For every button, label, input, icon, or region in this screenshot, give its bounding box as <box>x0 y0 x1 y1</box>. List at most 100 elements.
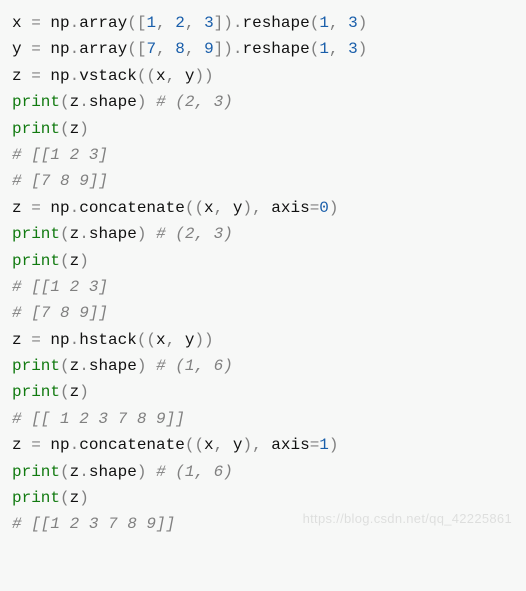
token-op: (( <box>137 67 156 85</box>
code-line: print(z.shape) # (2, 3) <box>12 221 514 247</box>
token-num: 7 <box>146 40 156 58</box>
token-fn: print <box>12 252 60 270</box>
token-op: , <box>214 199 233 217</box>
token-id: y <box>185 67 195 85</box>
code-line: y = np.array([7, 8, 9]).reshape(1, 3) <box>12 36 514 62</box>
token-id: z <box>70 93 80 111</box>
token-op: )) <box>194 67 213 85</box>
token-op: , <box>156 14 175 32</box>
code-block: x = np.array([1, 2, 3]).reshape(1, 3) y =… <box>12 10 514 538</box>
token-num: 3 <box>348 14 358 32</box>
token-id: shape <box>89 225 137 243</box>
token-id: x <box>156 331 166 349</box>
token-op: (( <box>137 331 156 349</box>
token-id: axis <box>271 436 309 454</box>
token-op: , <box>329 14 348 32</box>
token-cm: # [7 8 9]] <box>12 172 108 190</box>
code-line: # [[1 2 3] <box>12 274 514 300</box>
token-id: np <box>50 199 69 217</box>
token-op: = <box>31 14 50 32</box>
token-id: z <box>12 67 31 85</box>
token-op: ( <box>60 225 70 243</box>
token-cm: # (1, 6) <box>156 357 233 375</box>
code-line: print(z) <box>12 379 514 405</box>
token-op: ( <box>310 14 320 32</box>
token-cm: # [[1 2 3 7 8 9]] <box>12 515 175 533</box>
token-op: ) <box>137 357 156 375</box>
token-op: = <box>31 331 50 349</box>
code-line: # [[ 1 2 3 7 8 9]] <box>12 406 514 432</box>
token-op: = <box>310 436 320 454</box>
code-line: print(z) <box>12 116 514 142</box>
token-id: x <box>12 14 31 32</box>
token-id: z <box>12 436 31 454</box>
token-op: ) <box>329 199 339 217</box>
token-id: np <box>50 14 69 32</box>
token-op: ([ <box>127 40 146 58</box>
code-line: z = np.concatenate((x, y), axis=1) <box>12 432 514 458</box>
token-id: z <box>70 225 80 243</box>
token-op: (( <box>185 436 204 454</box>
code-line: z = np.vstack((x, y)) <box>12 63 514 89</box>
token-id: z <box>70 489 80 507</box>
token-fn: print <box>12 225 60 243</box>
token-cm: # (2, 3) <box>156 225 233 243</box>
token-num: 8 <box>175 40 185 58</box>
token-op: = <box>31 199 50 217</box>
token-id: shape <box>89 93 137 111</box>
token-num: 2 <box>175 14 185 32</box>
code-line: print(z.shape) # (1, 6) <box>12 353 514 379</box>
token-id: x <box>204 199 214 217</box>
code-line: x = np.array([1, 2, 3]).reshape(1, 3) <box>12 10 514 36</box>
token-id: z <box>70 357 80 375</box>
token-id: np <box>50 67 69 85</box>
token-op: = <box>31 436 50 454</box>
token-id: np <box>50 331 69 349</box>
token-fn: print <box>12 93 60 111</box>
token-id: z <box>70 383 80 401</box>
token-cm: # [[ 1 2 3 7 8 9]] <box>12 410 185 428</box>
token-op: ) <box>79 120 89 138</box>
token-id: concatenate <box>79 199 185 217</box>
token-cm: # (1, 6) <box>156 463 233 481</box>
token-op: , <box>156 40 175 58</box>
token-cm: # [[1 2 3] <box>12 278 108 296</box>
token-op: ) <box>358 14 368 32</box>
token-op: , <box>166 331 185 349</box>
token-id: array <box>79 40 127 58</box>
token-fn: print <box>12 489 60 507</box>
token-id: np <box>50 40 69 58</box>
token-op: ]). <box>214 14 243 32</box>
code-line: print(z.shape) # (1, 6) <box>12 459 514 485</box>
token-id: vstack <box>79 67 137 85</box>
token-op: = <box>31 67 50 85</box>
token-op: . <box>70 331 80 349</box>
token-op: = <box>310 199 320 217</box>
token-num: 0 <box>319 199 329 217</box>
token-id: axis <box>271 199 309 217</box>
token-op: = <box>31 40 50 58</box>
token-op: ]). <box>214 40 243 58</box>
token-op: ), <box>242 436 271 454</box>
token-id: np <box>50 436 69 454</box>
code-line: # [7 8 9]] <box>12 168 514 194</box>
token-op: . <box>79 225 89 243</box>
token-num: 1 <box>319 436 329 454</box>
token-op: ) <box>79 252 89 270</box>
token-op: ) <box>137 225 156 243</box>
code-line: print(z.shape) # (2, 3) <box>12 89 514 115</box>
token-num: 3 <box>204 14 214 32</box>
token-id: x <box>204 436 214 454</box>
token-id: z <box>12 331 31 349</box>
token-id: shape <box>89 463 137 481</box>
token-cm: # [[1 2 3] <box>12 146 108 164</box>
token-op: , <box>166 67 185 85</box>
token-op: ) <box>137 463 156 481</box>
token-id: z <box>12 199 31 217</box>
token-id: shape <box>89 357 137 375</box>
token-op: ) <box>137 93 156 111</box>
token-op: , <box>185 14 204 32</box>
token-op: . <box>70 14 80 32</box>
token-op: ( <box>60 489 70 507</box>
token-id: y <box>12 40 31 58</box>
